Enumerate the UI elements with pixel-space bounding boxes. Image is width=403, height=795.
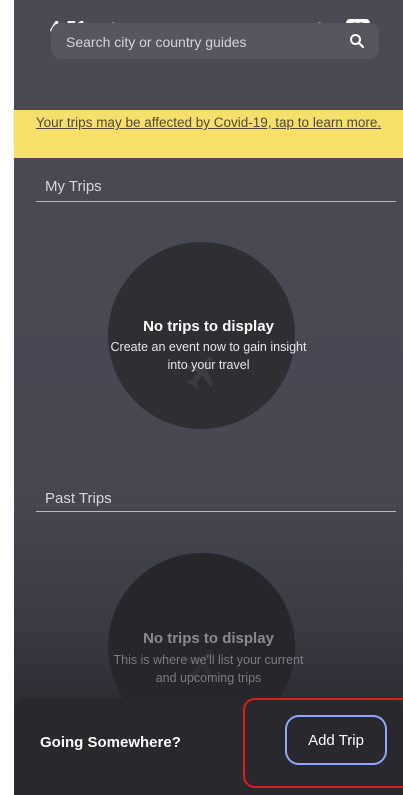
add-trip-button[interactable]: Add Trip (285, 715, 387, 765)
search-icon[interactable] (349, 33, 365, 54)
past-trips-empty-title: No trips to display (143, 630, 274, 647)
covid-banner-link[interactable]: Your trips may be affected by Covid-19, … (36, 115, 381, 130)
my-trips-title: My Trips (45, 178, 102, 195)
my-trips-empty-desc: Create an event now to gain insight into… (110, 340, 307, 372)
past-trips-title: Past Trips (45, 490, 112, 507)
divider (36, 511, 396, 512)
my-trips-empty-title: No trips to display (143, 318, 274, 335)
divider (36, 201, 396, 202)
past-trips-empty-desc: This is where we'll list your current an… (113, 653, 304, 685)
app-screen: 4:51 5G 62 Your trips may be affected by… (14, 0, 403, 795)
search-input[interactable] (66, 33, 326, 51)
going-somewhere-label: Going Somewhere? (40, 734, 181, 751)
empty-state-circle (108, 242, 295, 429)
covid-banner[interactable]: Your trips may be affected by Covid-19, … (14, 110, 403, 158)
